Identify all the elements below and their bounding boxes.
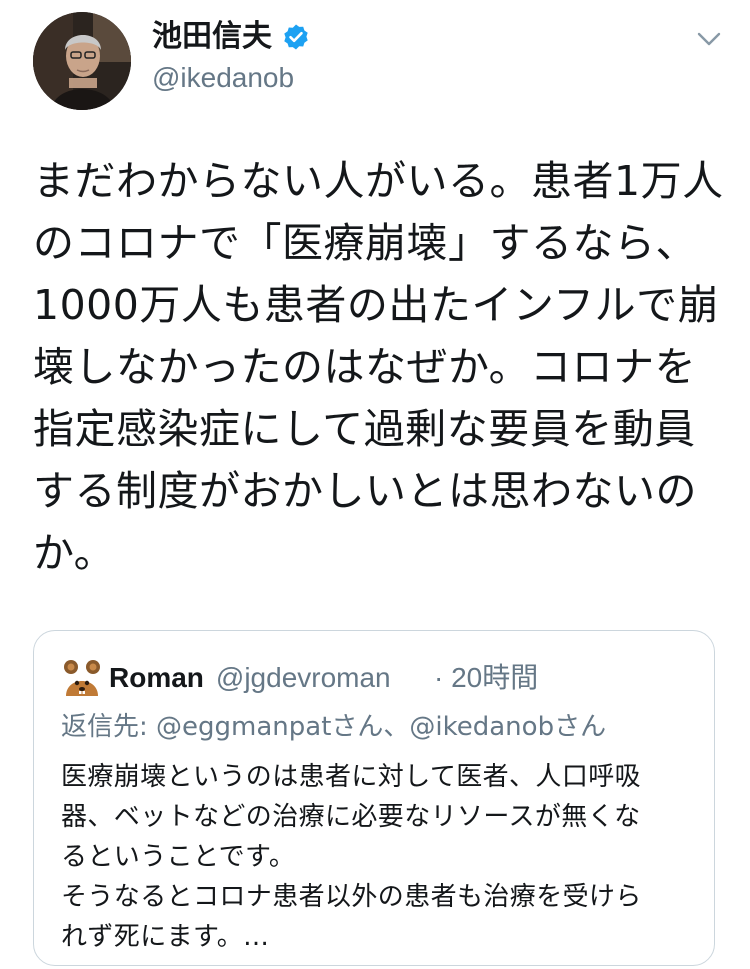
tweet-line: まだわからない人がいる。患者1万人 (33, 157, 724, 205)
tweet-line: 壊しなかったのはなぜか。コロナを (33, 343, 697, 391)
avatar-photo (33, 12, 131, 110)
quoted-tweet-time[interactable]: 20時間 (451, 662, 538, 693)
tweet-line: する制度がおかしいとは思わないの (33, 467, 697, 515)
tweet-line: 1000万人も患者の出たインフルで崩 (33, 281, 720, 329)
author-handle[interactable]: @ikedanob (152, 60, 294, 96)
quoted-author-name[interactable]: Roman (109, 659, 204, 697)
tweet-line: のコロナで「医療崩壊」するなら、 (33, 219, 697, 267)
verified-badge-icon (284, 24, 308, 50)
quoted-line: れず死にます。... (61, 922, 270, 952)
author-avatar[interactable] (33, 12, 131, 110)
quoted-line: 器、ベットなどの治療に必要なリソースが無くな (61, 802, 641, 832)
quoted-tweet-header: Roman @jgdevroman (109, 659, 391, 697)
tweet-line: か。 (33, 529, 116, 577)
tweet-text: まだわからない人がいる。患者1万人 のコロナで「医療崩壊」するなら、 1000万… (33, 150, 723, 584)
reply-to-line: 返信先: @eggmanpatさん、@ikedanobさん (61, 712, 607, 742)
quoted-tweet-card[interactable]: Roman @jgdevroman · 20時間 返信先: @eggmanpat… (33, 630, 715, 966)
chevron-down-icon[interactable] (694, 24, 724, 54)
quoted-author-handle[interactable]: @jgdevroman (216, 659, 391, 697)
quoted-line: そうなるとコロナ患者以外の患者も治療を受けら (61, 882, 642, 912)
tweet-screen: 池田信夫 @ikedanob まだわからない人がいる。患者1万人 のコロナで「医… (0, 0, 750, 969)
quoted-tweet-text: 医療崩壊というのは患者に対して医者、人口呼吸 器、ベットなどの治療に必要なリソー… (61, 757, 642, 957)
author-name-row: 池田信夫 (152, 16, 310, 58)
quoted-tweet-time-row: · 20時間 (434, 659, 538, 697)
tweet-line: 指定感染症にして過剰な要員を動員 (33, 405, 696, 453)
meta-separator: · (434, 662, 444, 693)
author-display-name[interactable]: 池田信夫 (152, 16, 272, 58)
quoted-line: 医療崩壊というのは患者に対して医者、人口呼吸 (61, 762, 642, 792)
quoted-line: るということです。 (61, 842, 296, 872)
mouse-emoji-avatar (64, 660, 100, 696)
